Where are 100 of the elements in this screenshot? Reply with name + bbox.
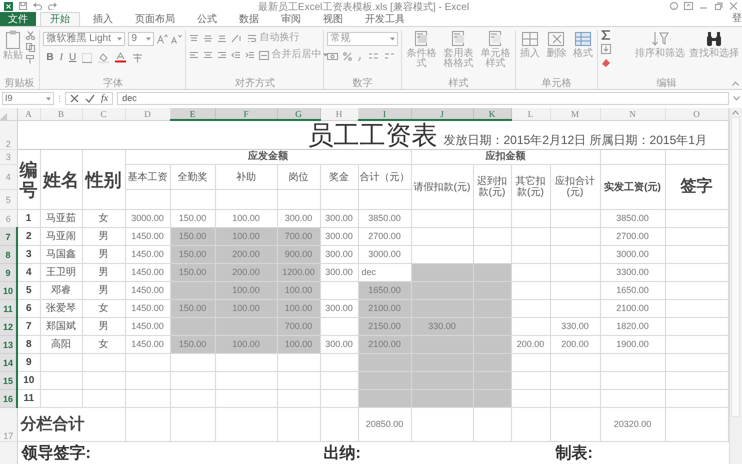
column-header[interactable]: A: [17, 108, 40, 120]
phonetic-guide-icon[interactable]: [132, 52, 144, 62]
ribbon-display-icon[interactable]: [684, 2, 693, 10]
column-header[interactable]: N: [600, 108, 665, 120]
binoculars-icon[interactable]: [705, 30, 723, 48]
column-header[interactable]: E: [170, 108, 215, 120]
column-header[interactable]: D: [125, 108, 170, 120]
row-header[interactable]: 15: [0, 372, 17, 390]
row-header[interactable]: 17: [0, 408, 17, 442]
orientation-icon[interactable]: [231, 34, 244, 42]
copy-icon[interactable]: [26, 43, 35, 52]
vertical-scrollbar[interactable]: [728, 108, 742, 464]
format-as-table-button[interactable]: 套用表格格式: [441, 30, 476, 78]
wrap-text-button[interactable]: 自动换行: [247, 33, 300, 43]
column-header[interactable]: L: [511, 108, 550, 120]
cut-icon[interactable]: [26, 31, 35, 40]
currency-icon[interactable]: [327, 52, 338, 61]
column-header[interactable]: I: [358, 108, 411, 120]
cancel-icon[interactable]: [70, 94, 79, 103]
conditional-formatting-button[interactable]: 条件格式: [404, 30, 439, 78]
close-icon[interactable]: [729, 2, 738, 10]
row-header[interactable]: 5: [0, 190, 17, 210]
caret-icon[interactable]: [323, 53, 328, 57]
align-top-icon[interactable]: [189, 34, 200, 42]
ribbon-tab[interactable]: 开发工具: [356, 12, 414, 26]
eraser-icon[interactable]: [601, 58, 611, 68]
font-size-field[interactable]: 9: [128, 32, 154, 46]
formula-input[interactable]: dec: [117, 92, 729, 105]
decrease-decimal-icon[interactable]: [384, 52, 396, 61]
collapse-ribbon-icon[interactable]: [732, 81, 739, 86]
row-header[interactable]: 3: [0, 150, 17, 164]
row-header[interactable]: 16: [0, 390, 17, 408]
ribbon-tab[interactable]: 插入: [84, 12, 122, 26]
increase-indent-icon[interactable]: [245, 50, 256, 60]
ribbon-tab[interactable]: 开始: [40, 12, 80, 26]
enter-icon[interactable]: [85, 94, 95, 103]
format-cells-button[interactable]: 格式: [570, 30, 595, 78]
row-header[interactable]: 9: [0, 264, 17, 282]
sort-filter-icon[interactable]: [651, 30, 669, 48]
redo-icon[interactable]: [48, 2, 57, 10]
italic-button[interactable]: I: [60, 52, 63, 62]
row-header[interactable]: 4: [0, 164, 17, 190]
autosum-icon[interactable]: [601, 30, 611, 40]
ribbon-tab[interactable]: 公式: [188, 12, 226, 26]
cell-styles-button[interactable]: 单元格样式: [478, 30, 513, 78]
row-header[interactable]: 11: [0, 300, 17, 318]
column-header[interactable]: B: [40, 108, 82, 120]
row-header[interactable]: 12: [0, 318, 17, 336]
insert-cells-icon[interactable]: [521, 30, 540, 48]
fill-down-icon[interactable]: [601, 44, 611, 54]
column-header[interactable]: G: [277, 108, 320, 120]
ribbon-tab[interactable]: 数据: [230, 12, 268, 26]
scroll-up-icon[interactable]: [732, 110, 740, 115]
column-header[interactable]: O: [665, 108, 728, 120]
caret-icon[interactable]: [146, 37, 152, 41]
format-cells-icon[interactable]: [574, 30, 592, 48]
column-header[interactable]: F: [215, 108, 277, 120]
insert-function-button[interactable]: fx: [101, 94, 108, 104]
save-icon[interactable]: [19, 2, 27, 10]
caret-icon[interactable]: [46, 96, 51, 100]
decrease-indent-icon[interactable]: [231, 50, 242, 60]
increase-decimal-icon[interactable]: [368, 52, 380, 61]
grow-font-icon[interactable]: [157, 34, 168, 44]
row-header[interactable]: 14: [0, 354, 17, 372]
row-header[interactable]: 7: [0, 228, 17, 246]
row-header[interactable]: 13: [0, 336, 17, 354]
ribbon-tab[interactable]: 视图: [314, 12, 352, 26]
column-header[interactable]: K: [473, 108, 511, 120]
bold-button[interactable]: B: [46, 52, 54, 62]
row-header[interactable]: 6: [0, 210, 17, 228]
paste-button[interactable]: 粘贴: [2, 30, 24, 78]
undo-icon[interactable]: [33, 2, 42, 10]
percent-icon[interactable]: [343, 52, 352, 61]
align-bottom-icon[interactable]: [217, 34, 228, 42]
delete-cells-button[interactable]: 删除: [544, 30, 569, 78]
fill-color-icon[interactable]: [98, 52, 110, 62]
column-header[interactable]: H: [320, 108, 358, 120]
ribbon-tab[interactable]: 审阅: [272, 12, 310, 26]
sort-filter-button[interactable]: 排序和筛选: [635, 30, 685, 78]
sign-in-link[interactable]: 登: [732, 12, 742, 26]
insert-cells-button[interactable]: 插入: [518, 30, 542, 78]
name-box[interactable]: I9: [2, 92, 54, 105]
row-header[interactable]: 10: [0, 282, 17, 300]
shrink-font-icon[interactable]: [171, 34, 182, 44]
ribbon-tab[interactable]: 文件: [0, 12, 36, 26]
column-header[interactable]: M: [550, 108, 600, 120]
find-select-button[interactable]: 查找和选择: [689, 30, 739, 78]
align-left-icon[interactable]: [189, 50, 200, 60]
number-format-field[interactable]: 常规: [327, 32, 398, 46]
column-header[interactable]: J: [411, 108, 473, 120]
underline-button[interactable]: U: [69, 52, 76, 62]
caret-icon[interactable]: [117, 37, 122, 41]
column-header[interactable]: C: [82, 108, 125, 120]
expand-formula-bar-icon[interactable]: [733, 96, 740, 101]
row-header[interactable]: 8: [0, 246, 17, 264]
format-painter-icon[interactable]: [26, 55, 35, 64]
font-name-field[interactable]: 微软雅黑 Light: [43, 32, 126, 46]
clipboard-icon[interactable]: [4, 30, 22, 50]
restore-icon[interactable]: [714, 2, 723, 10]
merge-center-button[interactable]: 合并后居中: [259, 50, 328, 60]
